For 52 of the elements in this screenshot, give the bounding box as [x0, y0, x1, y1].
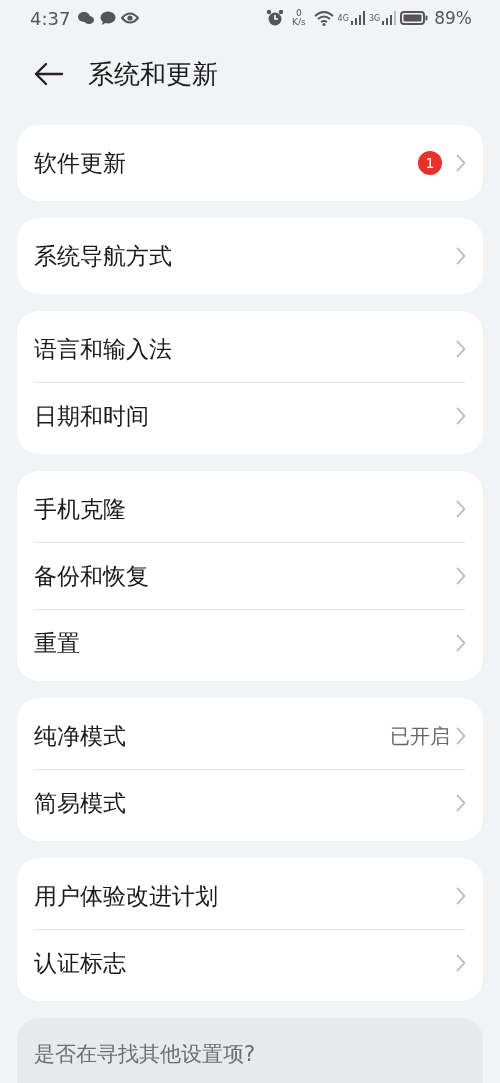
back-icon[interactable]	[34, 62, 64, 86]
battery-level: 89%	[434, 8, 472, 28]
item-label: 纯净模式	[34, 721, 127, 751]
settings-item[interactable]: 用户体验改进计划	[17, 863, 483, 929]
item-label: 手机克隆	[34, 494, 127, 524]
item-label: 重置	[34, 628, 81, 658]
item-label: 认证标志	[34, 948, 127, 978]
signal-icon	[350, 11, 365, 25]
signal-icon	[382, 11, 397, 25]
chat-bubbles-icon	[77, 11, 96, 25]
settings-item[interactable]: 重置	[17, 610, 483, 676]
chevron-right-icon	[456, 567, 466, 585]
chevron-right-icon	[456, 247, 466, 265]
item-label: 系统导航方式	[34, 241, 173, 271]
notification-badge: 1	[418, 151, 442, 175]
chevron-right-icon	[456, 794, 466, 812]
page-title: 系统和更新	[88, 57, 218, 91]
chevron-right-icon	[456, 407, 466, 425]
chevron-right-icon	[456, 340, 466, 358]
speed-value: 0	[295, 9, 302, 18]
chevron-right-icon	[456, 727, 466, 745]
settings-item[interactable]: 系统导航方式	[17, 223, 483, 289]
chevron-right-icon	[456, 154, 466, 172]
wifi-icon	[313, 10, 334, 26]
settings-item[interactable]: 手机克隆	[17, 476, 483, 542]
settings-item[interactable]: 纯净模式 已开启	[17, 703, 483, 769]
chevron-right-icon	[456, 634, 466, 652]
item-label: 备份和恢复	[34, 561, 150, 591]
chevron-right-icon	[456, 954, 466, 972]
alarm-icon	[266, 9, 284, 27]
item-label: 用户体验改进计划	[34, 881, 219, 911]
chevron-right-icon	[456, 500, 466, 518]
network-type: 4G	[337, 14, 349, 23]
item-value: 已开启	[390, 722, 450, 750]
settings-item[interactable]: 日期和时间	[17, 383, 483, 449]
settings-item[interactable]: 简易模式	[17, 770, 483, 836]
speed-unit: K/s	[292, 18, 306, 27]
item-label: 软件更新	[34, 148, 127, 178]
message-icon	[100, 11, 117, 25]
settings-item[interactable]: 语言和输入法	[17, 316, 483, 382]
item-label: 语言和输入法	[34, 334, 173, 364]
chevron-right-icon	[456, 887, 466, 905]
settings-item[interactable]: 认证标志	[17, 930, 483, 996]
network-type: 3G	[368, 14, 381, 23]
suggestion-text: 是否在寻找其他设置项?	[34, 1042, 256, 1066]
battery-icon	[400, 11, 429, 25]
item-label: 简易模式	[34, 788, 127, 818]
status-time: 4:37	[30, 7, 71, 29]
item-label: 日期和时间	[34, 401, 150, 431]
eye-icon	[121, 11, 140, 25]
settings-item[interactable]: 备份和恢复	[17, 543, 483, 609]
settings-item[interactable]: 软件更新 1	[17, 130, 483, 196]
